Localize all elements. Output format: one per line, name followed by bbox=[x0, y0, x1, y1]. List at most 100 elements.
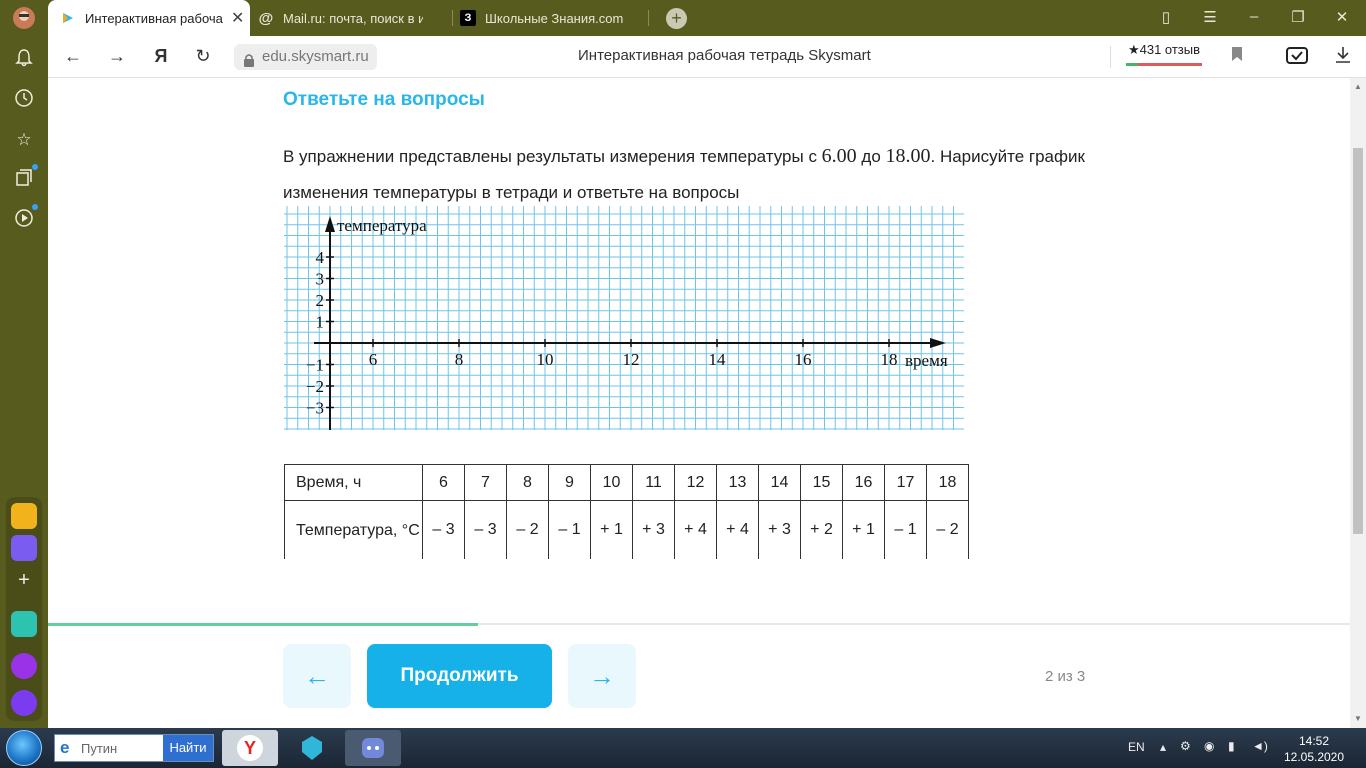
apps-panel: + bbox=[6, 497, 42, 721]
network-icon[interactable]: ▮ bbox=[1228, 739, 1235, 753]
section-title: Ответьте на вопросы bbox=[283, 89, 485, 110]
bell-icon[interactable] bbox=[12, 48, 36, 72]
mail-app-icon[interactable] bbox=[11, 503, 37, 529]
tab-label: Интерактивная рабоча bbox=[85, 10, 223, 26]
add-app-icon[interactable]: + bbox=[11, 567, 37, 593]
time-to: 18.00 bbox=[885, 145, 931, 167]
progress-fill bbox=[48, 623, 478, 626]
tab-separator bbox=[452, 10, 453, 26]
bookmark-icon[interactable] bbox=[1226, 46, 1248, 67]
yandex-browser-app[interactable]: Y bbox=[222, 730, 278, 766]
scroll-down-icon[interactable]: ▼ bbox=[1354, 714, 1362, 723]
table-row: Температура, °С – 3– 3– 2– 1 + 1 + 3 + 4 + 4… bbox=[284, 500, 969, 559]
history-icon[interactable] bbox=[12, 88, 36, 112]
clock[interactable]: 14:52 12.05.2020 bbox=[1282, 733, 1346, 765]
y-tick-label: 2 bbox=[316, 291, 325, 310]
protect-icon[interactable] bbox=[1286, 46, 1308, 71]
yandex-icon[interactable]: Я bbox=[150, 46, 172, 67]
steam-icon[interactable]: ⚙ bbox=[1180, 739, 1191, 753]
restore-icon[interactable]: ❐ bbox=[1288, 8, 1308, 26]
tab-znanija[interactable]: З Школьные Знания.com - Р bbox=[460, 0, 650, 36]
temperature-cell: – 2 bbox=[926, 500, 969, 559]
search-button[interactable]: Найти bbox=[163, 735, 213, 761]
ie-icon: e bbox=[60, 738, 70, 757]
temperature-cell: – 3 bbox=[422, 500, 465, 559]
close-window-icon[interactable]: ✕ bbox=[1332, 8, 1352, 26]
start-button[interactable] bbox=[6, 730, 42, 766]
forward-arrow-icon[interactable]: → bbox=[106, 46, 128, 67]
reviews-badge[interactable]: ★431 отзыв bbox=[1126, 42, 1202, 66]
temperature-cell: + 4 bbox=[716, 500, 759, 559]
x-tick-label: 6 bbox=[369, 350, 378, 369]
temperature-cell: + 1 bbox=[842, 500, 885, 559]
y-axis-arrow bbox=[325, 216, 335, 232]
messenger-app-icon[interactable] bbox=[11, 535, 37, 561]
rating-bar bbox=[1126, 63, 1202, 66]
minimize-icon[interactable]: – bbox=[1244, 8, 1264, 25]
clock-date: 12.05.2020 bbox=[1283, 750, 1345, 764]
x-tick-label: 14 bbox=[709, 350, 727, 369]
temperature-graph: температура время 6 8 10 12 14 16 18 4 3 2 1 −1 −2 −3 bbox=[284, 206, 964, 430]
tab-mail[interactable]: @ Mail.ru: почта, поиск в ин bbox=[258, 0, 448, 36]
download-icon[interactable] bbox=[1332, 46, 1354, 69]
continue-button[interactable]: Продолжить bbox=[367, 644, 552, 708]
skysmart-icon bbox=[60, 10, 76, 26]
next-button[interactable]: → bbox=[568, 644, 636, 708]
star-icon[interactable]: ☆ bbox=[12, 128, 36, 152]
tab-skysmart[interactable]: Интерактивная рабоча ✕ bbox=[48, 0, 250, 36]
table-row: Время, ч 6 7 8 9 10 11 12 13 14 15 16 17 18 bbox=[284, 464, 969, 501]
search-input[interactable]: Путин bbox=[81, 741, 117, 756]
assistant-app-icon[interactable] bbox=[11, 690, 37, 716]
exercise-text-part: до bbox=[856, 147, 886, 166]
tab-bar: Интерактивная рабоча ✕ @ Mail.ru: почта,… bbox=[0, 0, 1366, 36]
notification-dot bbox=[32, 204, 38, 210]
y-tick-label: −1 bbox=[306, 356, 324, 375]
scroll-thumb[interactable] bbox=[1353, 148, 1363, 534]
time-cell: 6 bbox=[422, 464, 465, 501]
tray-up-icon[interactable]: ▴ bbox=[1160, 740, 1166, 754]
divider bbox=[1110, 46, 1111, 68]
temperature-header: Температура, °С bbox=[284, 500, 423, 559]
page-content: Ответьте на вопросы В упражнении предста… bbox=[48, 78, 1350, 728]
time-cell: 18 bbox=[926, 464, 969, 501]
scrollbar[interactable]: ▲ ▼ bbox=[1350, 78, 1366, 728]
bookmarks-panel-icon[interactable]: ▯ bbox=[1156, 8, 1176, 26]
discord-app[interactable] bbox=[345, 730, 401, 766]
time-header: Время, ч bbox=[284, 464, 423, 501]
scroll-up-icon[interactable]: ▲ bbox=[1354, 82, 1362, 91]
language-indicator[interactable]: EN bbox=[1128, 740, 1145, 754]
exercise-text-part: В упражнении представлены результаты изм… bbox=[283, 147, 822, 166]
back-arrow-icon[interactable]: ← bbox=[62, 46, 84, 67]
reload-icon[interactable]: ↻ bbox=[192, 46, 214, 67]
tab-separator bbox=[648, 10, 649, 26]
alice-app-icon[interactable] bbox=[11, 653, 37, 679]
sidebar: ☆ + bbox=[0, 0, 48, 728]
time-cell: 11 bbox=[632, 464, 675, 501]
volume-icon[interactable]: ◄) bbox=[1252, 739, 1268, 753]
page-title: Интерактивная рабочая тетрадь Skysmart bbox=[578, 47, 871, 64]
time-cell: 13 bbox=[716, 464, 759, 501]
play-icon[interactable] bbox=[12, 208, 36, 232]
address-bar: ← → Я ↻ edu.skysmart.ru Интерактивная ра… bbox=[48, 36, 1366, 78]
send-app-icon[interactable] bbox=[11, 611, 37, 637]
temperature-cell: + 2 bbox=[800, 500, 843, 559]
url-text: edu.skysmart.ru bbox=[262, 48, 369, 65]
new-tab-button[interactable]: + bbox=[666, 8, 687, 29]
discord-tray-icon[interactable]: ◉ bbox=[1204, 739, 1214, 753]
x-tick-label: 10 bbox=[537, 350, 554, 369]
close-icon[interactable]: ✕ bbox=[231, 8, 244, 28]
temperature-cell: + 4 bbox=[674, 500, 717, 559]
collections-icon[interactable] bbox=[12, 168, 36, 192]
znanija-icon: З bbox=[460, 10, 476, 26]
vpn-app[interactable] bbox=[284, 730, 340, 766]
progress-bar bbox=[48, 623, 1350, 626]
avatar[interactable] bbox=[12, 6, 36, 30]
prev-button[interactable]: ← bbox=[283, 644, 351, 708]
y-axis-label: температура bbox=[337, 216, 427, 235]
url-field[interactable]: edu.skysmart.ru bbox=[234, 44, 377, 70]
y-tick-label: 1 bbox=[316, 313, 325, 332]
menu-icon[interactable]: ☰ bbox=[1200, 8, 1220, 26]
taskbar-search[interactable]: e Путин Найти bbox=[54, 734, 214, 762]
y-tick-label: 4 bbox=[316, 248, 325, 267]
y-tick-label: 3 bbox=[316, 270, 325, 289]
